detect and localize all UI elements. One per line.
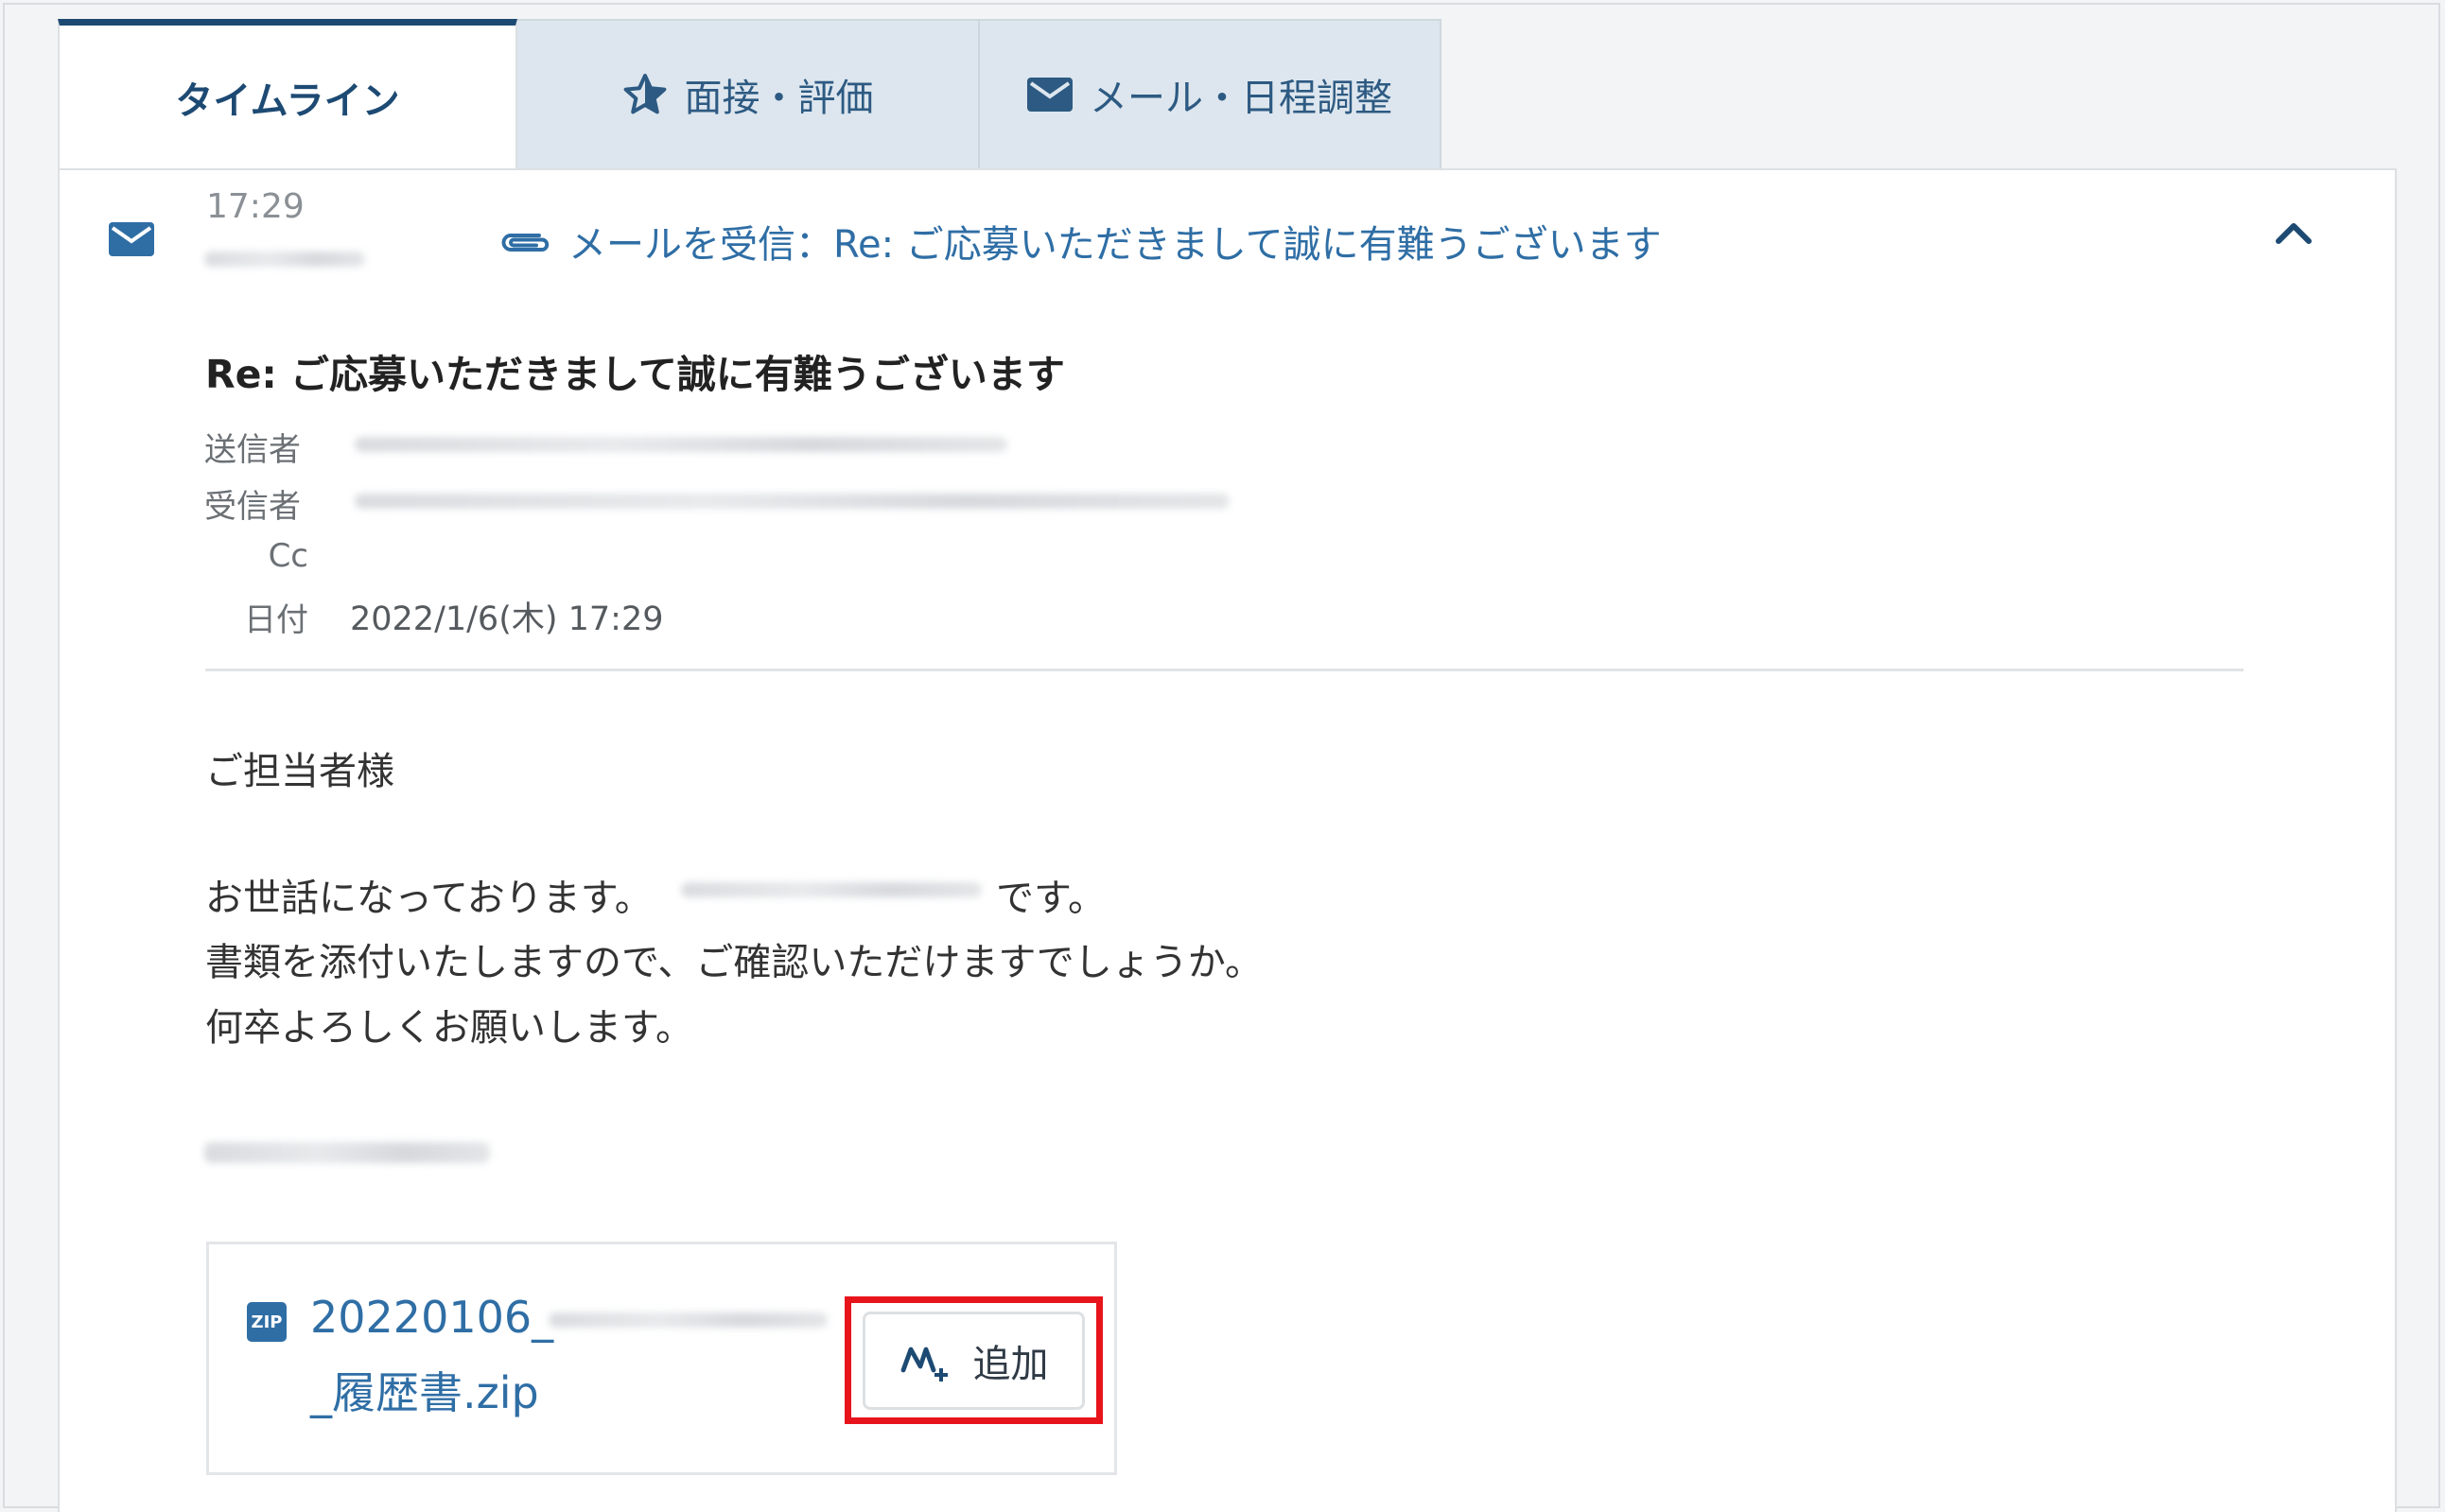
date-value: 2022/1/6(木) 17:29 <box>350 600 664 638</box>
attachment-name-line-2[interactable]: _履歴書.zip <box>310 1359 539 1421</box>
email-subject: Re: ご応募いただきまして誠に有難うございます <box>205 352 1065 397</box>
paperclip-icon <box>501 234 550 252</box>
tab-mail-schedule[interactable]: メール・日程調整 <box>980 19 1441 168</box>
redacted-sender-name <box>204 252 365 267</box>
tab-timeline-label: タイムライン <box>175 78 400 123</box>
chevron-up-icon[interactable] <box>2275 217 2313 246</box>
redacted-to-address <box>355 494 1230 509</box>
cc-label: Cc <box>268 537 308 575</box>
from-label: 送信者 <box>204 431 301 469</box>
redacted-signature <box>204 1142 490 1163</box>
zip-file-icon: ZIP <box>247 1302 287 1342</box>
header-divider <box>205 669 2244 671</box>
add-button-label: 追加 <box>972 1343 1049 1386</box>
star-icon <box>623 74 666 114</box>
entry-time: 17:29 <box>206 187 305 226</box>
redacted-from-address <box>355 437 1007 452</box>
tab-timeline[interactable]: タイムライン <box>58 19 517 168</box>
body-line-3: 何卒よろしくお願いします。 <box>205 1006 693 1050</box>
body-line-2: 書類を添付いたしますので、ご確認いただけますでしょうか。 <box>205 941 1263 984</box>
to-label: 受信者 <box>204 488 301 526</box>
entry-summary[interactable]: メールを受信：Re: ご応募いただきまして誠に有難うございます <box>497 214 1662 269</box>
greeting: ご担当者様 <box>205 750 394 793</box>
redacted-file-name <box>549 1312 828 1328</box>
add-attachment-button[interactable]: 追加 <box>863 1312 1085 1410</box>
tab-interview-evaluation-label: 面接・評価 <box>684 77 874 120</box>
mail-icon <box>1027 78 1073 112</box>
mail-icon <box>109 222 154 256</box>
add-document-icon <box>900 1347 948 1382</box>
date-label: 日付 <box>244 601 308 639</box>
attachment-name-line-1[interactable]: 20220106_ <box>310 1292 553 1343</box>
entry-summary-text: メールを受信：Re: ご応募いただきまして誠に有難うございます <box>568 223 1662 267</box>
tab-mail-schedule-label: メール・日程調整 <box>1090 77 1392 120</box>
tab-interview-evaluation[interactable]: 面接・評価 <box>517 19 980 168</box>
body-line-1-prefix: お世話になっております。 <box>205 877 653 920</box>
redacted-sender-name-body <box>681 882 982 897</box>
body-line-1-suffix: です。 <box>996 877 1106 920</box>
